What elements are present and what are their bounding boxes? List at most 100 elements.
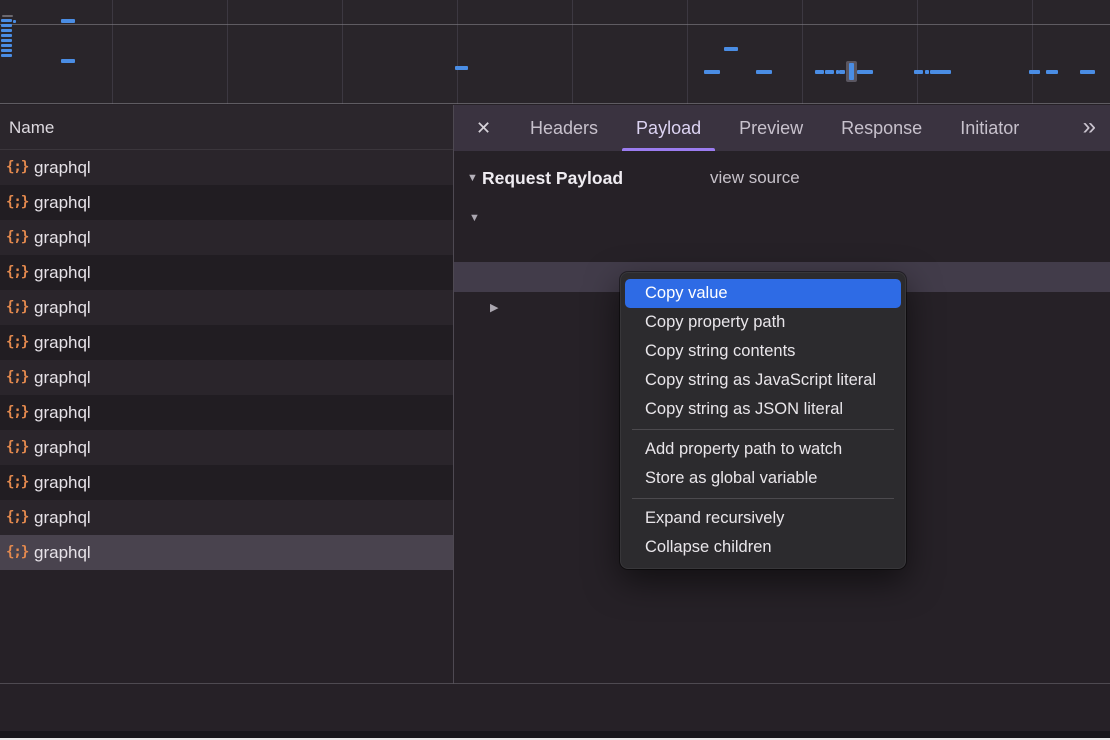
- json-braces-icon: {;}: [6, 290, 30, 325]
- timeline-hover-marker[interactable]: [846, 61, 857, 82]
- request-timing-bar[interactable]: [857, 70, 873, 74]
- timeline-divider-line: [0, 103, 1110, 104]
- collapse-triangle-icon[interactable]: ▼: [469, 203, 480, 232]
- tab-response[interactable]: Response: [837, 105, 926, 151]
- network-request-row[interactable]: {;}graphql: [0, 325, 453, 360]
- request-timing-bar[interactable]: [704, 70, 720, 74]
- tab-initiator[interactable]: Initiator: [956, 105, 1023, 151]
- network-request-row[interactable]: {;}graphql: [0, 395, 453, 430]
- menu-item-add-property-path-to-watch[interactable]: Add property path to watch: [620, 435, 906, 464]
- view-source-link[interactable]: view source: [710, 165, 800, 191]
- menu-item-copy-string-as-json-literal[interactable]: Copy string as JSON literal: [620, 395, 906, 424]
- request-timing-bar[interactable]: [1, 44, 12, 47]
- request-timing-bar[interactable]: [1, 24, 12, 27]
- request-timing-bar[interactable]: [61, 19, 75, 23]
- network-request-row[interactable]: {;}graphql: [0, 430, 453, 465]
- json-braces-icon: {;}: [6, 360, 30, 395]
- json-braces-icon: {;}: [6, 255, 30, 290]
- network-request-row[interactable]: {;}graphql: [0, 255, 453, 290]
- collapse-triangle-icon[interactable]: ▼: [467, 165, 478, 191]
- tab-label: Headers: [530, 118, 598, 138]
- menu-separator: [632, 429, 894, 430]
- network-request-row[interactable]: {;}graphql: [0, 220, 453, 255]
- request-timing-bar[interactable]: [756, 70, 772, 74]
- window-bottom-strip: [0, 731, 1110, 738]
- context-menu: Copy valueCopy property pathCopy string …: [620, 272, 906, 569]
- tab-label: Payload: [636, 118, 701, 138]
- column-header-name[interactable]: Name: [0, 105, 453, 150]
- request-timing-bar[interactable]: [2, 15, 13, 17]
- request-name-label: graphql: [34, 220, 91, 255]
- request-timing-bar[interactable]: [914, 70, 923, 74]
- request-name-label: graphql: [34, 360, 91, 395]
- network-request-row[interactable]: {;}graphql: [0, 535, 453, 570]
- tab-headers[interactable]: Headers: [526, 105, 602, 151]
- tab-preview[interactable]: Preview: [735, 105, 807, 151]
- request-timing-bar[interactable]: [724, 47, 738, 51]
- request-timing-bar[interactable]: [61, 59, 75, 63]
- request-timing-bar[interactable]: [930, 70, 951, 74]
- request-timing-bar[interactable]: [1, 54, 12, 57]
- devtools-network-window: Name {;}graphql{;}graphql{;}graphql{;}gr…: [0, 0, 1110, 740]
- network-request-row[interactable]: {;}graphql: [0, 360, 453, 395]
- tab-payload[interactable]: Payload: [632, 105, 705, 151]
- network-request-row[interactable]: {;}graphql: [0, 500, 453, 535]
- timeline-gridline: [917, 0, 918, 104]
- tab-label: Initiator: [960, 118, 1019, 138]
- json-braces-icon: {;}: [6, 185, 30, 220]
- tab-label: Preview: [739, 118, 803, 138]
- request-name-label: graphql: [34, 535, 91, 570]
- request-timing-bar[interactable]: [1, 39, 12, 42]
- request-timing-bar[interactable]: [925, 70, 929, 74]
- timeline-gridline: [227, 0, 228, 104]
- request-name-label: graphql: [34, 395, 91, 430]
- request-timing-bar[interactable]: [815, 70, 824, 74]
- close-icon[interactable]: ✕: [476, 118, 496, 139]
- menu-item-copy-property-path[interactable]: Copy property path: [620, 308, 906, 337]
- more-tabs-icon[interactable]: »: [1083, 105, 1094, 151]
- network-request-row[interactable]: {;}graphql: [0, 465, 453, 500]
- json-property-row-operationname[interactable]: operationName: "ipFlowTimeseries": [454, 232, 1110, 262]
- timeline-gridline: [687, 0, 688, 104]
- menu-separator: [632, 498, 894, 499]
- request-timing-bar[interactable]: [455, 66, 468, 70]
- request-timing-bar[interactable]: [1, 49, 12, 52]
- request-timing-bar[interactable]: [1046, 70, 1058, 74]
- timeline-gridline: [802, 0, 803, 104]
- request-name-label: graphql: [34, 465, 91, 500]
- request-timing-bar[interactable]: [13, 20, 16, 23]
- request-name-label: graphql: [34, 430, 91, 465]
- detail-tabs: Headers Payload Preview Response Initiator: [496, 105, 1023, 151]
- timeline-gridline: [1032, 0, 1033, 104]
- json-braces-icon: {;}: [6, 325, 30, 360]
- menu-item-copy-string-contents[interactable]: Copy string contents: [620, 337, 906, 366]
- request-timing-bar[interactable]: [1, 19, 12, 22]
- network-request-row[interactable]: {;}graphql: [0, 185, 453, 220]
- request-list: {;}graphql{;}graphql{;}graphql{;}graphql…: [0, 150, 453, 570]
- json-braces-icon: {;}: [6, 500, 30, 535]
- column-header-label: Name: [9, 118, 54, 137]
- timeline-gridline: [572, 0, 573, 104]
- menu-item-collapse-children[interactable]: Collapse children: [620, 533, 906, 562]
- timeline-gridline: [457, 0, 458, 104]
- json-braces-icon: {;}: [6, 465, 30, 500]
- timeline-hover-marker-bar: [849, 63, 854, 80]
- expand-triangle-icon[interactable]: ▶: [490, 293, 498, 322]
- status-footer: [0, 684, 1110, 731]
- menu-item-store-as-global-variable[interactable]: Store as global variable: [620, 464, 906, 493]
- network-request-row[interactable]: {;}graphql: [0, 150, 453, 185]
- network-overview-timeline[interactable]: [0, 0, 1110, 104]
- menu-item-copy-string-as-javascript-literal[interactable]: Copy string as JavaScript literal: [620, 366, 906, 395]
- request-timing-bar[interactable]: [1, 34, 12, 37]
- request-timing-bar[interactable]: [839, 70, 845, 74]
- menu-item-expand-recursively[interactable]: Expand recursively: [620, 504, 906, 533]
- network-request-row[interactable]: {;}graphql: [0, 290, 453, 325]
- tab-label: Response: [841, 118, 922, 138]
- request-timing-bar[interactable]: [1029, 70, 1040, 74]
- request-timing-bar[interactable]: [1, 29, 12, 32]
- request-timing-bar[interactable]: [1080, 70, 1095, 74]
- timeline-gridline: [112, 0, 113, 104]
- json-root-row[interactable]: ▼ {operationName: "ipFlowTimeseries", va…: [454, 202, 1110, 232]
- request-timing-bar[interactable]: [825, 70, 834, 74]
- menu-item-copy-value[interactable]: Copy value: [625, 279, 901, 308]
